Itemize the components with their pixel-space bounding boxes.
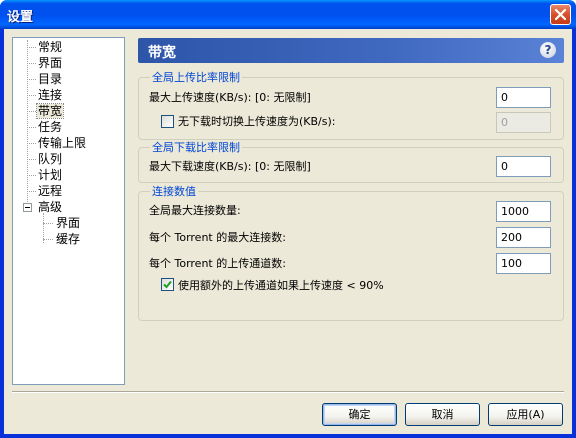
tree-item-advanced[interactable]: 高级 <box>38 200 62 214</box>
apply-button[interactable]: 应用(A) <box>488 403 563 426</box>
tree-item-bandwidth[interactable]: 带宽 <box>35 103 65 119</box>
collapse-icon[interactable] <box>23 203 32 212</box>
tree-connector <box>27 111 36 112</box>
category-tree[interactable]: 常规 界面 目录 连接 带宽 任务 传输上限 队列 计划 远程 高级 界面 缓存 <box>12 37 125 385</box>
upload-slots-input[interactable] <box>496 253 551 274</box>
tree-item-remote[interactable]: 远程 <box>38 184 62 198</box>
extra-slots-checkbox[interactable] <box>161 278 174 291</box>
tree-item-ui[interactable]: 界面 <box>38 56 62 70</box>
tree-item-queue[interactable]: 队列 <box>38 152 62 166</box>
upload-group-legend: 全局上传比率限制 <box>150 71 242 84</box>
tree-item-directories[interactable]: 目录 <box>38 72 62 86</box>
button-divider <box>12 391 564 393</box>
tree-item-connection[interactable]: 连接 <box>38 88 62 102</box>
tree-connector <box>27 159 36 160</box>
tree-item-adv-ui[interactable]: 界面 <box>56 216 80 230</box>
tree-item-adv-cache[interactable]: 缓存 <box>56 232 80 246</box>
tree-connector <box>27 127 36 128</box>
max-upload-input[interactable] <box>496 87 551 108</box>
help-icon[interactable]: ? <box>540 42 556 58</box>
tree-connector <box>43 239 53 240</box>
download-group-legend: 全局下载比率限制 <box>150 141 242 154</box>
extra-slots-label: 使用额外的上传通道如果上传速度 < 90% <box>178 279 384 292</box>
max-download-input[interactable] <box>496 156 551 177</box>
tree-connector <box>27 175 36 176</box>
tree-item-scheduler[interactable]: 计划 <box>38 168 62 182</box>
tree-connector <box>43 223 53 224</box>
connection-group-legend: 连接数值 <box>150 185 198 198</box>
alt-upload-input[interactable] <box>496 112 551 133</box>
close-icon <box>554 8 567 21</box>
panel-header: 带宽 ? <box>138 38 564 63</box>
max-upload-label: 最大上传速度(KB/s): [0: 无限制] <box>149 91 311 104</box>
tree-connector <box>27 40 28 210</box>
tree-connector <box>27 95 36 96</box>
checkmark-icon <box>163 280 172 289</box>
tree-connector <box>27 47 36 48</box>
alt-upload-checkbox[interactable] <box>161 115 174 128</box>
tree-connector <box>27 143 36 144</box>
title-bar[interactable]: 设置 <box>0 0 576 29</box>
tree-connector <box>27 191 36 192</box>
per-torrent-conn-label: 每个 Torrent 的最大连接数: <box>149 231 286 244</box>
tree-item-general[interactable]: 常规 <box>38 40 62 54</box>
close-button[interactable] <box>550 4 571 25</box>
cancel-button[interactable]: 取消 <box>405 403 480 426</box>
max-download-label: 最大下载速度(KB/s): [0: 无限制] <box>149 160 311 173</box>
alt-upload-label: 无下载时切换上传速度为(KB/s): <box>178 115 336 128</box>
upload-slots-label: 每个 Torrent 的上传通道数: <box>149 257 286 270</box>
ok-button[interactable]: 确定 <box>322 403 397 426</box>
tree-connector <box>27 79 36 80</box>
tree-item-tasks[interactable]: 任务 <box>38 120 62 134</box>
panel-title: 带宽 <box>148 45 176 61</box>
tree-item-transfer-cap[interactable]: 传输上限 <box>38 136 86 150</box>
window-title: 设置 <box>7 10 34 25</box>
dialog-body: 常规 界面 目录 连接 带宽 任务 传输上限 队列 计划 远程 高级 界面 缓存… <box>4 29 572 434</box>
per-torrent-conn-input[interactable] <box>496 227 551 248</box>
global-max-conn-input[interactable] <box>496 201 551 222</box>
global-max-conn-label: 全局最大连接数量: <box>149 204 241 217</box>
settings-window: 设置 常规 界面 目录 连接 带宽 任务 传输上限 队列 计划 远程 高级 界面… <box>0 0 576 438</box>
tree-connector <box>27 63 36 64</box>
